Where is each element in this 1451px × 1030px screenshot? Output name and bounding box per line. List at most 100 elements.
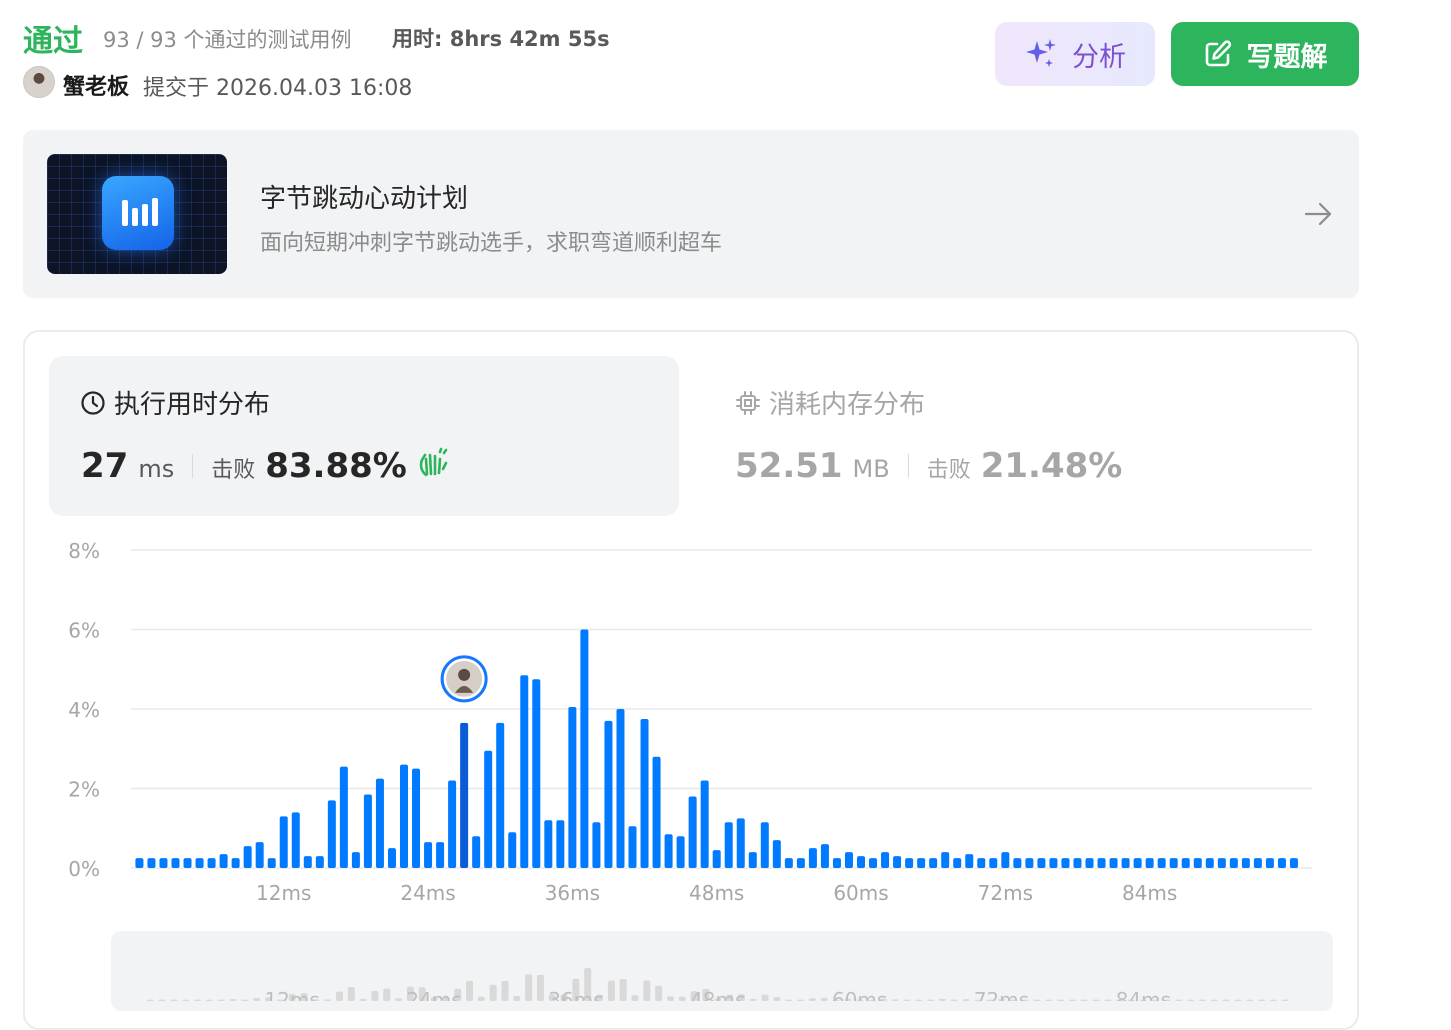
bar[interactable] bbox=[1145, 858, 1154, 868]
bar[interactable] bbox=[700, 780, 709, 868]
bar[interactable] bbox=[135, 858, 144, 868]
bar[interactable] bbox=[1181, 858, 1190, 868]
username[interactable]: 蟹老板 bbox=[63, 69, 129, 101]
bar[interactable] bbox=[520, 675, 529, 868]
bar[interactable] bbox=[893, 856, 902, 868]
memory-distribution-title[interactable]: 消耗内存分布 bbox=[735, 384, 925, 421]
bar[interactable] bbox=[412, 768, 421, 868]
bar[interactable] bbox=[844, 852, 853, 868]
bar[interactable] bbox=[267, 858, 276, 868]
bar[interactable] bbox=[207, 858, 216, 868]
bar[interactable] bbox=[171, 858, 180, 868]
bar[interactable] bbox=[941, 852, 950, 868]
bar[interactable] bbox=[1205, 858, 1214, 868]
bar[interactable] bbox=[1265, 858, 1274, 868]
bar[interactable] bbox=[772, 840, 781, 868]
bar[interactable] bbox=[375, 778, 384, 868]
bar[interactable] bbox=[724, 822, 733, 868]
bar[interactable] bbox=[387, 848, 396, 868]
bar[interactable] bbox=[1085, 858, 1094, 868]
bar[interactable] bbox=[748, 852, 757, 868]
bar[interactable] bbox=[1277, 858, 1286, 868]
bar[interactable] bbox=[508, 832, 517, 868]
bar[interactable] bbox=[640, 718, 649, 868]
bar[interactable] bbox=[808, 848, 817, 868]
bar[interactable] bbox=[1217, 858, 1226, 868]
bar[interactable] bbox=[147, 858, 156, 868]
bar[interactable] bbox=[327, 800, 336, 868]
bar[interactable] bbox=[1121, 858, 1130, 868]
bar[interactable] bbox=[291, 812, 300, 868]
bar[interactable] bbox=[712, 850, 721, 868]
bar[interactable] bbox=[676, 836, 685, 868]
bar[interactable] bbox=[857, 856, 866, 868]
bar[interactable] bbox=[484, 750, 493, 868]
analyze-button[interactable]: 分析 bbox=[995, 22, 1155, 86]
bar[interactable] bbox=[905, 858, 914, 868]
bar[interactable] bbox=[315, 856, 324, 868]
bar[interactable] bbox=[688, 796, 697, 868]
bar[interactable] bbox=[1157, 858, 1166, 868]
bar[interactable] bbox=[424, 842, 433, 868]
bar[interactable] bbox=[1073, 858, 1082, 868]
bar[interactable] bbox=[965, 854, 974, 868]
bar[interactable] bbox=[832, 858, 841, 868]
bar[interactable] bbox=[1241, 858, 1250, 868]
bar[interactable] bbox=[1289, 858, 1298, 868]
arrow-right-icon[interactable] bbox=[1300, 196, 1336, 232]
bar[interactable] bbox=[616, 709, 625, 868]
bar[interactable] bbox=[400, 764, 409, 868]
bar[interactable] bbox=[1025, 858, 1034, 868]
bar[interactable] bbox=[1133, 858, 1142, 868]
bar[interactable] bbox=[869, 858, 878, 868]
runtime-distribution-chart[interactable]: 0% 2% 4% 6% 8% 12ms 24ms 36ms 48ms 60ms 72ms 84ms bbox=[40, 536, 1330, 916]
bar[interactable] bbox=[796, 858, 805, 868]
bar[interactable] bbox=[279, 816, 288, 868]
bar[interactable] bbox=[231, 858, 240, 868]
bar[interactable] bbox=[881, 852, 890, 868]
bar[interactable] bbox=[1097, 858, 1106, 868]
bar[interactable] bbox=[820, 844, 829, 868]
bar[interactable] bbox=[1169, 858, 1178, 868]
bar[interactable] bbox=[664, 834, 673, 868]
bar[interactable] bbox=[255, 842, 264, 868]
bar[interactable] bbox=[1061, 858, 1070, 868]
bar[interactable] bbox=[760, 822, 769, 868]
bar[interactable] bbox=[929, 858, 938, 868]
bar[interactable] bbox=[628, 826, 637, 868]
bar[interactable] bbox=[339, 766, 348, 868]
bar[interactable] bbox=[977, 858, 986, 868]
bar[interactable] bbox=[219, 854, 228, 868]
bar[interactable] bbox=[532, 679, 541, 868]
bar[interactable] bbox=[496, 722, 505, 868]
bar[interactable] bbox=[784, 858, 793, 868]
bar[interactable] bbox=[604, 720, 613, 868]
bar[interactable] bbox=[1253, 858, 1262, 868]
bar[interactable] bbox=[351, 852, 360, 868]
bar[interactable] bbox=[195, 858, 204, 868]
bar-my-submission[interactable] bbox=[460, 722, 469, 868]
bar[interactable] bbox=[592, 822, 601, 868]
bar[interactable] bbox=[544, 820, 553, 868]
bar[interactable] bbox=[989, 858, 998, 868]
bar[interactable] bbox=[568, 707, 577, 868]
bar[interactable] bbox=[736, 818, 745, 868]
bar[interactable] bbox=[917, 858, 926, 868]
bar[interactable] bbox=[580, 629, 589, 869]
bar[interactable] bbox=[363, 794, 372, 868]
bar[interactable] bbox=[1229, 858, 1238, 868]
bar[interactable] bbox=[1013, 858, 1022, 868]
write-solution-button[interactable]: 写题解 bbox=[1171, 22, 1359, 86]
bar[interactable] bbox=[652, 756, 661, 868]
my-submission-marker[interactable] bbox=[440, 655, 488, 703]
avatar[interactable] bbox=[23, 66, 55, 98]
bar[interactable] bbox=[472, 836, 481, 868]
chart-range-navigator-preview[interactable]: 12ms 24ms 36ms 48ms 60ms 72ms 84ms bbox=[111, 931, 1333, 1001]
bar[interactable] bbox=[303, 856, 312, 868]
bar[interactable] bbox=[1049, 858, 1058, 868]
bar[interactable] bbox=[953, 858, 962, 868]
bar[interactable] bbox=[448, 780, 457, 868]
bar[interactable] bbox=[1037, 858, 1046, 868]
bar[interactable] bbox=[159, 858, 168, 868]
bar[interactable] bbox=[1001, 852, 1010, 868]
